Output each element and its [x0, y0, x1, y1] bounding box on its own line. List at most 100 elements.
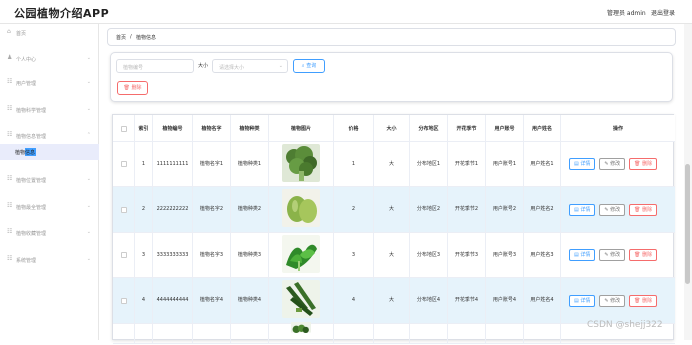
delete-button[interactable]: 🗑 删除 — [629, 203, 658, 216]
sidebar-item-system[interactable]: ☷ 系统管理 ⌄ — [0, 253, 99, 267]
sidebar-item-plant-info[interactable]: ☷ 植物信息管理 ⌃ — [0, 129, 99, 143]
edit-button[interactable]: ✎ 修改 — [599, 294, 626, 307]
detail-button[interactable]: ▤ 详情 — [569, 294, 596, 307]
plant-image[interactable] — [282, 322, 320, 345]
plant-image-cell — [269, 278, 334, 323]
select-all-checkbox[interactable] — [120, 125, 127, 132]
edit-button[interactable]: ✎ 修改 — [599, 203, 626, 216]
col-price[interactable]: 价格 — [334, 115, 374, 142]
table-row: 4 4444444444 植物名字4 植物种类4 4 大分布地区4 开花季节4 用户账号4 用户… — [113, 278, 675, 324]
delete-button[interactable]: 🗑 删除 — [629, 249, 658, 261]
sidebar-item-plant-favorites[interactable]: ☷ 植物收藏管理 ⌄ — [0, 226, 99, 240]
cell-name: 植物名字4 — [193, 278, 231, 323]
row-checkbox[interactable] — [120, 206, 127, 213]
plant-image[interactable] — [282, 189, 320, 230]
plant-image-cell — [269, 322, 334, 345]
row-select-cell — [113, 233, 135, 277]
scrollbar-thumb[interactable] — [685, 164, 690, 284]
sidebar-item-users[interactable]: ☷ 用户管理 ⌄ — [0, 76, 99, 90]
search-button[interactable]: ⌕ 查询 — [293, 59, 325, 73]
row-checkbox[interactable] — [120, 297, 127, 304]
breadcrumb-home[interactable]: 首页 — [116, 34, 126, 41]
logout-link[interactable]: 退出登录 — [651, 8, 675, 17]
plant-image-cell — [269, 233, 334, 277]
cell-price: 2 — [334, 187, 374, 232]
scrollbar[interactable] — [684, 24, 692, 340]
row-checkbox[interactable] — [120, 161, 127, 167]
plant-image[interactable] — [282, 143, 320, 185]
size-label: 大小 — [198, 63, 209, 69]
col-region[interactable]: 分布地区 — [410, 115, 448, 142]
cell-price: 4 — [334, 278, 374, 323]
cell-price: 1 — [334, 142, 374, 186]
sidebar-item-plant-best[interactable]: ☷ 植物最全管理 ⌄ — [0, 200, 99, 214]
col-plant-no[interactable]: 植物编号 — [153, 115, 193, 142]
delete-button-label: 删除 — [642, 206, 653, 213]
edit-button-label: 修改 — [610, 252, 621, 258]
cell-size: 大 — [374, 142, 410, 186]
cell-price: 3 — [334, 233, 374, 277]
sidebar-item-plant-location[interactable]: ☷ 植物位置管理 ⌄ — [0, 173, 99, 187]
detail-button[interactable]: ▤ 详情 — [569, 203, 596, 216]
col-plant-name[interactable]: 植物名字 — [193, 115, 231, 142]
row-checkbox[interactable] — [120, 252, 127, 258]
cell-type: 植物种类2 — [231, 187, 269, 232]
col-plant-type[interactable]: 植物种类 — [231, 115, 269, 142]
batch-delete-button[interactable]: 🗑 删除 — [117, 81, 148, 95]
edit-button[interactable]: ✎ 修改 — [599, 158, 626, 170]
cell-region: 分布地区1 — [410, 142, 448, 186]
col-username[interactable]: 用户姓名 — [524, 115, 561, 142]
detail-button[interactable]: ▤ 详情 — [569, 158, 596, 170]
delete-button[interactable]: 🗑 删除 — [629, 294, 658, 307]
edit-button[interactable]: ✎ 修改 — [599, 249, 626, 261]
chevron-down-icon: ⌄ — [86, 256, 91, 262]
col-size[interactable]: 大小 — [374, 115, 410, 142]
sidebar-subitem-plant-info[interactable]: 植物信息 — [0, 144, 99, 160]
breadcrumb-separator: / — [130, 34, 132, 40]
plant-image[interactable] — [282, 234, 320, 276]
detail-button-label: 详情 — [580, 297, 591, 304]
sidebar-item-plant-science[interactable]: ☷ 植物科学管理 ⌄ — [0, 103, 99, 117]
sidebar-item-label: 植物信息管理 — [16, 134, 47, 140]
edit-button-label: 修改 — [610, 161, 621, 167]
list-icon: ☷ — [7, 78, 13, 85]
delete-button[interactable]: 🗑 删除 — [629, 158, 658, 170]
cell-type: 植物种类4 — [231, 278, 269, 323]
cell-no: 3333333333 — [153, 233, 193, 277]
row-select-cell — [113, 187, 135, 232]
plant-no-input[interactable]: 植物编号 — [116, 59, 194, 73]
plant-image[interactable] — [282, 280, 320, 321]
col-plant-image[interactable]: 植物图片 — [269, 115, 334, 142]
chevron-down-icon: ⌄ — [86, 55, 91, 61]
trash-icon: 🗑 — [634, 161, 643, 167]
cell-no — [153, 324, 193, 343]
cell-no: 4444444444 — [153, 278, 193, 323]
cell-idx: 2 — [135, 187, 153, 232]
cell-season — [448, 324, 486, 343]
size-select[interactable]: 请选择大小 ⌄ — [212, 59, 288, 73]
cell-season: 开花季节4 — [448, 278, 486, 323]
list-icon: ☷ — [7, 228, 13, 235]
cell-type — [231, 324, 269, 343]
cell-size — [374, 324, 410, 343]
sidebar-item-profile[interactable]: ♟ 个人中心 ⌄ — [0, 52, 99, 66]
detail-button[interactable]: ▤ 详情 — [569, 249, 596, 261]
col-actions: 操作 — [612, 126, 623, 132]
list-icon: ☷ — [7, 131, 13, 138]
plant-image-cell — [269, 187, 334, 232]
cell-user: 用户姓名4 — [524, 278, 561, 323]
detail-button-label: 详情 — [580, 161, 591, 167]
delete-button-label: 删除 — [642, 161, 653, 167]
row-actions: ▤ 详情 ✎ 修改 🗑 删除 — [569, 142, 661, 186]
home-icon: ⌂ — [7, 28, 11, 35]
col-account[interactable]: 用户账号 — [486, 115, 524, 142]
col-season[interactable]: 开花季节 — [448, 115, 486, 142]
cell-season: 开花季节2 — [448, 187, 486, 232]
sidebar-item-home[interactable]: ⌂ 首页 — [0, 26, 99, 40]
row-actions: ▤ 详情 ✎ 修改 🗑 删除 — [569, 187, 661, 232]
cell-size: 大 — [374, 233, 410, 277]
col-index: 索引 — [135, 115, 153, 142]
batch-delete-label: 删除 — [131, 85, 142, 91]
detail-button-label: 详情 — [580, 206, 591, 213]
sidebar-item-label: 系统管理 — [16, 258, 37, 264]
